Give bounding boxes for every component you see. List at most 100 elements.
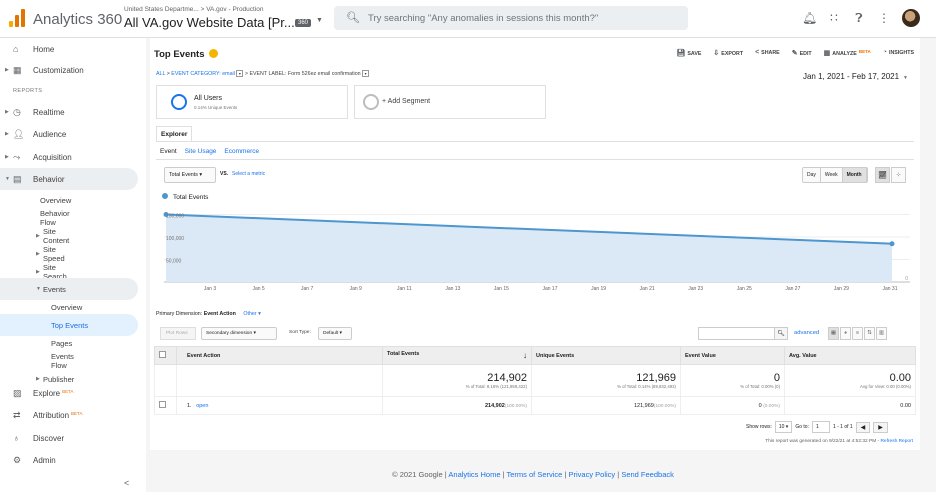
search-icon: 🔍︎ [346, 12, 360, 24]
save-button[interactable]: 💾︎ SAVE [677, 49, 702, 57]
account-path[interactable]: United States Departme... > VA.gov - Pro… [124, 6, 264, 13]
tab-explorer[interactable]: Explorer [156, 126, 192, 142]
secondary-dimension-select[interactable]: Secondary dimension ▾ [201, 327, 277, 340]
chevron-down-icon: ▼ [903, 75, 908, 81]
apps-icon[interactable]: ∷ [827, 11, 841, 25]
app-title: Analytics 360 [33, 11, 123, 28]
footer-privacy-link[interactable]: Privacy Policy [569, 470, 616, 479]
add-segment-button[interactable]: + Add Segment [354, 85, 546, 119]
refresh-report-link[interactable]: Refresh Report [880, 439, 913, 444]
pie-view-icon[interactable]: ◕ [840, 327, 851, 340]
chevron-down-icon[interactable]: ▾ [236, 70, 244, 77]
footer-terms-link[interactable]: Terms of Service [507, 470, 563, 479]
expand-arrow-icon: ▶ [5, 67, 9, 73]
expand-arrow-icon: ▶ [5, 131, 9, 137]
sidebar-item-top-events[interactable]: Top Events [0, 314, 138, 336]
segment-circle-icon [171, 94, 187, 110]
x-tick-label: Jan 13 [445, 286, 460, 292]
footer-analytics-home-link[interactable]: Analytics Home [448, 470, 500, 479]
performance-view-icon[interactable]: ≡ [852, 327, 863, 340]
column-header-unique-events[interactable]: Unique Events [531, 346, 681, 365]
insights-button[interactable]: ◔ INSIGHTS [883, 49, 914, 57]
select-all-checkbox[interactable] [159, 351, 166, 358]
account-name[interactable]: All VA.gov Website Data [Pr... [124, 15, 295, 30]
account-dropdown-icon[interactable]: ▼ [316, 17, 323, 24]
other-dimension-link[interactable]: Other ▾ [243, 311, 260, 317]
column-header-avg-value[interactable]: Avg. Value [784, 346, 916, 365]
totals-avg-value: 0.00 Avg for View: 0.00 (0.00%) [784, 364, 916, 397]
attribution-label: Attribution [33, 410, 70, 420]
totals-cell [154, 364, 177, 397]
edit-button[interactable]: ✎ EDIT [792, 49, 812, 57]
column-header-event-value[interactable]: Event Value [680, 346, 785, 365]
prev-page-icon[interactable]: ◀ [855, 421, 871, 433]
sort-type-select[interactable]: Default ▾ [318, 327, 352, 340]
search-box[interactable]: 🔍︎ [334, 6, 688, 30]
x-tick-label: Jan 29 [834, 286, 849, 292]
chevron-down-icon[interactable]: ▾ [362, 70, 370, 77]
show-rows-select[interactable]: 10 ▾ [774, 421, 793, 433]
sidebar-item-events[interactable]: ▼ Events [0, 278, 138, 300]
table-search-input[interactable]: 🔍︎ [698, 327, 788, 340]
sort-descending-icon: ↓ [523, 351, 527, 360]
footer-feedback-link[interactable]: Send Feedback [621, 470, 674, 479]
data-point[interactable] [889, 241, 895, 247]
row-checkbox[interactable] [159, 401, 166, 408]
analytics-logo[interactable] [9, 9, 25, 27]
row-action-link[interactable]: open [196, 403, 208, 409]
bell-icon[interactable]: 🔔︎ [802, 11, 817, 25]
legend-dot [162, 193, 168, 199]
period-day-button[interactable]: Day [803, 168, 821, 182]
avatar[interactable] [902, 9, 920, 27]
line-chart-icon[interactable]: 📈︎ [875, 167, 890, 183]
search-icon[interactable]: 🔍︎ [774, 327, 788, 340]
collapse-arrow-icon: ▼ [36, 286, 41, 292]
primary-dimension-row: Primary Dimension: Event Action Other ▾ [156, 311, 261, 317]
x-tick-label: Jan 21 [640, 286, 655, 292]
export-button[interactable]: ⇩ EXPORT [713, 49, 743, 57]
sidebar-item-behavior[interactable]: ▼ ▤ Behavior [0, 168, 138, 190]
x-tick-label: Jan 23 [688, 286, 703, 292]
totals-event-value-sub: % of Total: 0.00% (0) [740, 384, 780, 389]
segment-all-users[interactable]: All Users 0.14% Unique Events [156, 85, 348, 119]
primary-dimension-value[interactable]: Event Action [204, 311, 236, 317]
subtab-site-usage[interactable]: Site Usage [185, 148, 217, 155]
verified-shield-icon [208, 49, 218, 58]
totals-avg-value-value: 0.00 [889, 372, 911, 384]
table-view-toggle: ▦ ◕ ≡ ⇅ ▥ [828, 327, 887, 340]
select-metric-link[interactable]: Select a metric [232, 171, 265, 177]
row-total-events: 214,902(100.00%) [382, 396, 532, 415]
data-table-icon[interactable]: ▦ [828, 327, 839, 340]
collapse-sidebar-icon[interactable]: < [124, 478, 129, 488]
generated-text: This report was generated on 9/22/21 at … [765, 439, 881, 444]
plot-rows-button[interactable]: Plot Rows [160, 327, 196, 340]
totals-unique-events-sub: % of Total: 0.14% (89,832,493) [617, 384, 676, 389]
breadcrumb-all[interactable]: ALL [156, 71, 165, 77]
expand-arrow-icon: ▶ [36, 251, 40, 257]
subtab-ecommerce[interactable]: Ecommerce [224, 148, 259, 155]
date-range-picker[interactable]: Jan 1, 2021 - Feb 17, 2021 ▼ [803, 72, 908, 81]
comparison-view-icon[interactable]: ⇅ [864, 327, 875, 340]
analyze-button[interactable]: ▦ ANALYZE BETA [824, 49, 871, 57]
more-vert-icon[interactable]: ⋮ [877, 11, 891, 25]
footer-separator: | [564, 470, 567, 479]
y-right-label: 0 [905, 276, 908, 282]
column-header-total-events[interactable]: Total Events ↓ [382, 346, 532, 365]
table-row: 1. open 214,902(100.00%) 121,969(100.00%… [154, 396, 916, 415]
period-week-button[interactable]: Week [820, 168, 843, 182]
metric-select[interactable]: Total Events ▾ [164, 167, 216, 183]
help-icon[interactable]: ❓︎ [852, 11, 866, 26]
goto-input[interactable]: 1 [811, 421, 830, 433]
advanced-filter-link[interactable]: advanced [794, 330, 819, 336]
row-unique-events: 121,969(100.00%) [531, 396, 681, 415]
subtab-event[interactable]: Event [160, 148, 177, 155]
pivot-view-icon[interactable]: ▥ [876, 327, 887, 340]
motion-chart-icon[interactable]: ⁘ [891, 167, 906, 183]
breadcrumb-event-category[interactable]: EVENT CATEGORY: email [171, 71, 235, 77]
share-button[interactable]: < SHARE [755, 49, 780, 57]
search-input[interactable] [368, 8, 678, 28]
next-page-icon[interactable]: ▶ [873, 421, 888, 433]
row-checkbox-cell [154, 396, 177, 415]
column-header-event-action[interactable]: Event Action [176, 346, 383, 365]
period-month-button[interactable]: Month [842, 168, 867, 182]
